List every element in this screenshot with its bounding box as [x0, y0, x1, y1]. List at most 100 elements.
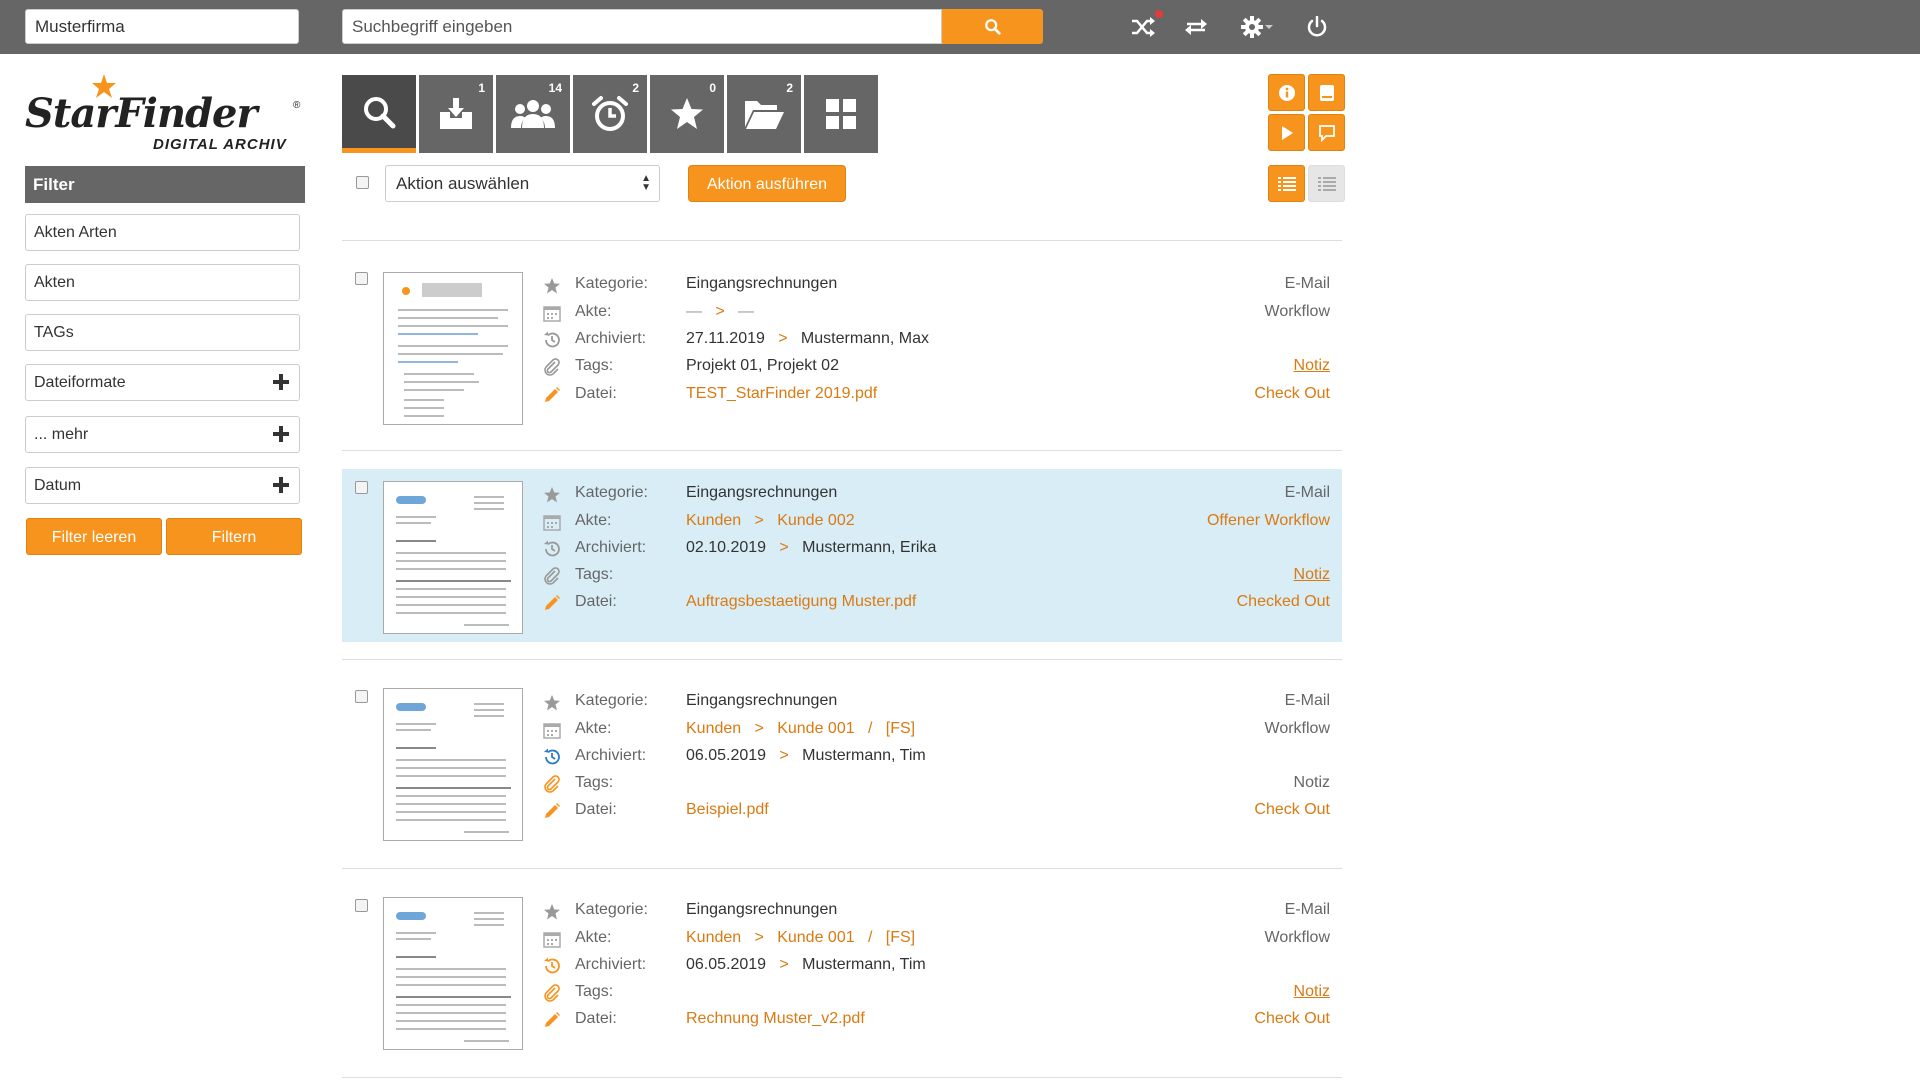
execute-action-button[interactable]: Aktion ausführen	[688, 165, 846, 202]
plus-icon[interactable]	[273, 426, 289, 442]
filter-label: Dateiformate	[34, 374, 126, 391]
akte-link[interactable]: Kunde 002	[777, 512, 854, 529]
notiz-link[interactable]: Notiz	[1294, 357, 1330, 375]
filter-dateiformate[interactable]: Dateiformate	[25, 364, 300, 401]
checkout-link[interactable]: Check Out	[1254, 801, 1330, 819]
tab-users[interactable]: 14	[496, 75, 570, 153]
workflow-action[interactable]: Workflow	[1265, 929, 1331, 947]
datei-label: Datei:	[575, 1010, 617, 1027]
transfer-button[interactable]	[1182, 12, 1210, 42]
calendar-icon	[542, 512, 562, 532]
pencil-icon[interactable]	[542, 1010, 562, 1030]
file-link[interactable]: TEST_StarFinder 2019.pdf	[686, 385, 877, 403]
settings-button[interactable]	[1236, 12, 1278, 42]
tab-favorites[interactable]: 0	[650, 75, 724, 153]
filter-akten-arten[interactable]: Akten Arten	[25, 214, 300, 251]
alarm-icon	[592, 96, 628, 131]
row-checkbox[interactable]	[355, 272, 368, 285]
tab-folders[interactable]: 2	[727, 75, 801, 153]
workflow-action[interactable]: Workflow	[1265, 720, 1331, 738]
file-link[interactable]: Beispiel.pdf	[686, 801, 769, 819]
search-button[interactable]	[942, 9, 1043, 44]
checkout-link[interactable]: Checked Out	[1237, 593, 1330, 611]
company-input[interactable]: Musterfirma	[25, 9, 299, 44]
filter-tags[interactable]: TAGs	[25, 314, 300, 351]
archive-user: Mustermann, Tim	[802, 747, 926, 764]
document-row-selected: Kategorie: Eingangsrechnungen E-Mail Akt…	[342, 469, 1342, 642]
akte-value: Kunden > Kunde 001 / [FS]	[686, 929, 915, 947]
akte-link[interactable]: Kunde 001	[777, 929, 854, 946]
compact-view-button[interactable]	[1308, 165, 1345, 202]
star-icon[interactable]	[542, 485, 562, 505]
email-action[interactable]: E-Mail	[1285, 901, 1330, 919]
document-thumbnail[interactable]	[383, 481, 523, 634]
info-button[interactable]	[1268, 74, 1305, 111]
calendar-icon	[542, 303, 562, 323]
plus-icon[interactable]	[273, 477, 289, 493]
tab-inbox[interactable]: 1	[419, 75, 493, 153]
document-thumbnail[interactable]	[383, 688, 523, 841]
action-select[interactable]: Aktion auswählen ▲ ▼	[385, 165, 660, 202]
star-icon[interactable]	[542, 276, 562, 296]
email-action[interactable]: E-Mail	[1285, 692, 1330, 710]
email-action[interactable]: E-Mail	[1285, 275, 1330, 293]
play-button[interactable]	[1268, 114, 1305, 151]
akte-link[interactable]: [FS]	[886, 720, 915, 737]
paperclip-icon[interactable]	[542, 983, 562, 1003]
kategorie-value: Eingangsrechnungen	[686, 901, 838, 918]
filter-datum[interactable]: Datum	[25, 467, 300, 504]
notiz-link[interactable]: Notiz	[1294, 566, 1330, 584]
checkout-link[interactable]: Check Out	[1254, 385, 1330, 403]
select-all-checkbox[interactable]	[356, 176, 369, 189]
archive-user: Mustermann, Erika	[802, 539, 937, 556]
feedback-button[interactable]	[1308, 114, 1345, 151]
akte-link[interactable]: [FS]	[886, 929, 915, 946]
shuffle-button[interactable]	[1128, 8, 1165, 42]
plus-icon[interactable]	[273, 374, 289, 390]
row-checkbox[interactable]	[355, 481, 368, 494]
document-thumbnail[interactable]	[383, 897, 523, 1050]
manual-button[interactable]	[1308, 74, 1345, 111]
filter-mehr[interactable]: ... mehr	[25, 416, 300, 453]
akte-link[interactable]: Kunden	[686, 929, 741, 946]
akte-link[interactable]: Kunde 001	[777, 720, 854, 737]
archiviert-value: 06.05.2019 > Mustermann, Tim	[686, 747, 926, 765]
filter-label: Akten Arten	[34, 224, 117, 241]
file-link[interactable]: Rechnung Muster_v2.pdf	[686, 1010, 865, 1028]
paperclip-icon[interactable]	[542, 774, 562, 794]
pencil-icon[interactable]	[542, 801, 562, 821]
tab-reminders[interactable]: 2	[573, 75, 647, 153]
notiz-link[interactable]: Notiz	[1294, 983, 1330, 1001]
filter-apply-button[interactable]: Filtern	[166, 518, 302, 555]
tab-dashboard[interactable]	[804, 75, 878, 153]
star-icon[interactable]	[542, 902, 562, 922]
pencil-icon[interactable]	[542, 385, 562, 405]
tab-count: 1	[478, 81, 485, 95]
file-link[interactable]: Auftragsbestaetigung Muster.pdf	[686, 593, 916, 611]
workflow-action[interactable]: Workflow	[1265, 303, 1331, 321]
notiz-link[interactable]: Notiz	[1294, 774, 1330, 792]
play-icon	[1281, 125, 1293, 140]
power-icon	[1307, 16, 1327, 37]
filter-akten[interactable]: Akten	[25, 264, 300, 301]
filter-clear-button[interactable]: Filter leeren	[26, 518, 162, 555]
akte-link[interactable]: Kunden	[686, 512, 741, 529]
info-icon	[1278, 84, 1295, 101]
search-input[interactable]: Suchbegriff eingeben	[342, 9, 942, 44]
akte-link[interactable]: Kunden	[686, 720, 741, 737]
checkout-link[interactable]: Check Out	[1254, 1010, 1330, 1028]
list-view-button[interactable]	[1268, 165, 1305, 202]
pencil-icon[interactable]	[542, 593, 562, 613]
email-action[interactable]: E-Mail	[1285, 484, 1330, 502]
archiviert-value: 27.11.2019 > Mustermann, Max	[686, 330, 929, 348]
notification-dot	[1153, 8, 1165, 20]
row-checkbox[interactable]	[355, 690, 368, 703]
akte-separator: >	[754, 512, 764, 529]
workflow-action[interactable]: Offener Workflow	[1207, 512, 1330, 530]
row-checkbox[interactable]	[355, 899, 368, 912]
tab-search[interactable]	[342, 75, 416, 153]
star-icon[interactable]	[542, 693, 562, 713]
logout-button[interactable]	[1304, 12, 1330, 42]
document-thumbnail[interactable]	[383, 272, 523, 425]
archive-date: 06.05.2019	[686, 956, 767, 973]
